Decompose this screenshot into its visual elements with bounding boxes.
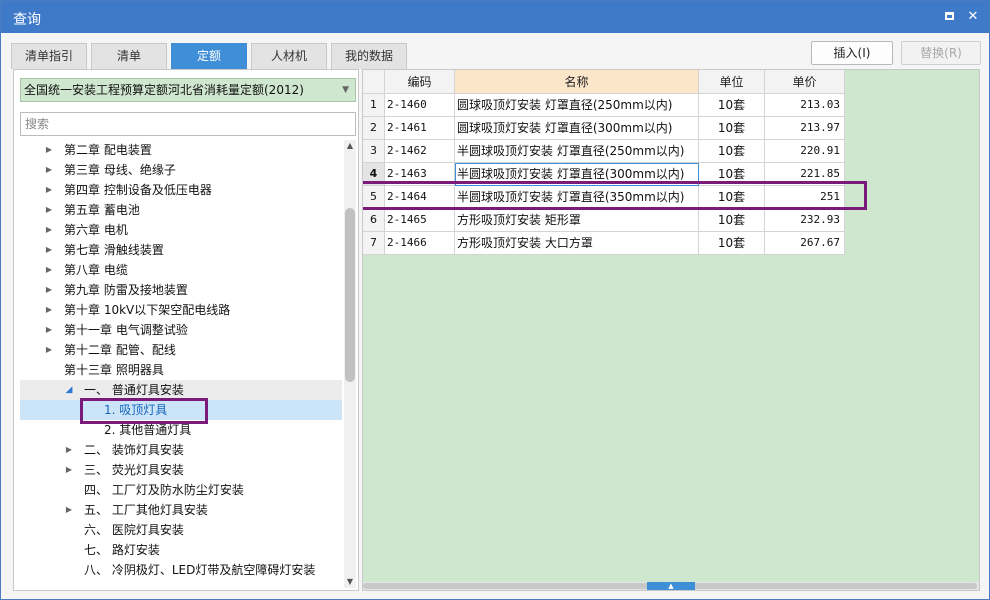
tree-item[interactable]: ▶ 三、 荧光灯具安装: [20, 460, 342, 480]
expand-arrow-icon[interactable]: ▶: [44, 140, 54, 160]
tree-item[interactable]: 六、 医院灯具安装: [20, 520, 342, 540]
collapse-arrow-icon[interactable]: ◢: [64, 380, 74, 400]
tree-item[interactable]: 四、 工厂灯及防水防尘灯安装: [20, 480, 342, 500]
row-number-header: [363, 70, 385, 94]
tab-quota[interactable]: 定额: [171, 43, 247, 69]
query-window: 查询 ✕ 清单指引 清单 定额 人材机 我的数据 插入(I) 替换(R) 全国统…: [0, 0, 990, 600]
expand-arrow-icon[interactable]: ▶: [44, 300, 54, 320]
tab-bill[interactable]: 清单: [91, 43, 167, 69]
tab-bill-guide[interactable]: 清单指引: [11, 43, 87, 69]
tree-item[interactable]: ▶ 第四章 控制设备及低压电器: [20, 180, 342, 200]
tree-item[interactable]: ▶ 二、 装饰灯具安装: [20, 440, 342, 460]
close-icon[interactable]: ✕: [965, 9, 981, 25]
tree-item[interactable]: ▶ 第十二章 配管、配线: [20, 340, 342, 360]
maximize-icon[interactable]: [941, 9, 957, 25]
tree-item[interactable]: ▶ 五、 工厂其他灯具安装: [20, 500, 342, 520]
column-header-price[interactable]: 单价: [765, 70, 845, 94]
highlight-box-tree: [80, 398, 208, 424]
tab-labor-material[interactable]: 人材机: [251, 43, 327, 69]
highlight-box-row: [363, 181, 867, 210]
tab-my-data[interactable]: 我的数据: [331, 43, 407, 69]
tree-item[interactable]: ▶ 第八章 电缆: [20, 260, 342, 280]
tree-scrollbar[interactable]: ▲ ▼: [344, 140, 356, 588]
expand-arrow-icon[interactable]: ▶: [64, 500, 74, 520]
expand-arrow-icon[interactable]: ▶: [44, 240, 54, 260]
tree-item[interactable]: ▶ 第五章 蓄电池: [20, 200, 342, 220]
expand-arrow-icon[interactable]: ▶: [44, 160, 54, 180]
tree-item[interactable]: 第十三章 照明器具: [20, 360, 342, 380]
splitter-collapse-icon[interactable]: ▲: [647, 582, 695, 590]
chevron-down-icon: ▼: [342, 85, 349, 95]
expand-arrow-icon[interactable]: ▶: [44, 260, 54, 280]
scroll-down-icon[interactable]: ▼: [344, 576, 356, 588]
chapter-tree: ▶ 第二章 配电装置 ▶ 第三章 母线、绝缘子 ▶ 第四章 控制设备及低压电器 ▶ 第五…: [20, 140, 342, 588]
tree-item[interactable]: ◢ 一、 普通灯具安装: [20, 380, 342, 400]
insert-button[interactable]: 插入(I): [811, 41, 893, 65]
column-header-code[interactable]: 编码: [385, 70, 455, 94]
tree-item[interactable]: ▶ 第十一章 电气调整试验: [20, 320, 342, 340]
quota-library-value: 全国统一安装工程预算定额河北省消耗量定额(2012): [24, 83, 304, 97]
tree-item[interactable]: ▶ 第九章 防雷及接地装置: [20, 280, 342, 300]
scrollbar-thumb[interactable]: [345, 208, 355, 382]
tree-item[interactable]: ▶ 第六章 电机: [20, 220, 342, 240]
expand-arrow-icon[interactable]: ▶: [44, 180, 54, 200]
title-bar: 查询 ✕: [1, 1, 989, 33]
column-header-name[interactable]: 名称: [455, 70, 699, 94]
tree-item[interactable]: ▶ 第三章 母线、绝缘子: [20, 160, 342, 180]
expand-arrow-icon[interactable]: ▶: [44, 280, 54, 300]
scroll-up-icon[interactable]: ▲: [344, 140, 356, 152]
expand-arrow-icon[interactable]: ▶: [44, 220, 54, 240]
column-header-unit[interactable]: 单位: [699, 70, 765, 94]
expand-arrow-icon[interactable]: ▶: [64, 460, 74, 480]
search-input[interactable]: [20, 112, 356, 136]
quota-grid-panel: 编码 名称 单位 单价 1 2-1460 圆球吸顶灯安装 灯罩直径(250mm以…: [362, 69, 980, 591]
expand-arrow-icon[interactable]: ▶: [44, 340, 54, 360]
window-title: 查询: [13, 12, 41, 28]
tree-item[interactable]: ▶ 第二章 配电装置: [20, 140, 342, 160]
expand-arrow-icon[interactable]: ▶: [44, 320, 54, 340]
tree-item[interactable]: 八、 冷阴极灯、LED灯带及航空障碍灯安装: [20, 560, 342, 580]
tree-item[interactable]: ▶ 第十章 10kV以下架空配电线路: [20, 300, 342, 320]
tree-item[interactable]: 七、 路灯安装: [20, 540, 342, 560]
quota-library-select[interactable]: 全国统一安装工程预算定额河北省消耗量定额(2012) ▼: [20, 78, 356, 102]
replace-button[interactable]: 替换(R): [901, 41, 981, 65]
expand-arrow-icon[interactable]: ▶: [64, 440, 74, 460]
quota-tree-panel: 全国统一安装工程预算定额河北省消耗量定额(2012) ▼ ▶第二章 配电装置 ▶…: [13, 69, 359, 591]
tree-item[interactable]: ▶ 第七章 滑触线装置: [20, 240, 342, 260]
expand-arrow-icon[interactable]: ▶: [44, 200, 54, 220]
